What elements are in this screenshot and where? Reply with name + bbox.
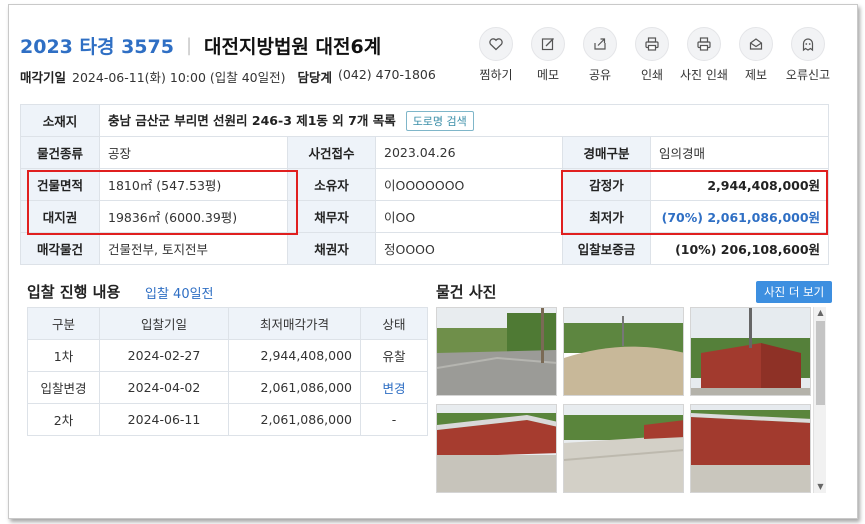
share-label: 공유 <box>588 68 612 82</box>
round-cell: 2차 <box>27 403 100 436</box>
status-cell-link[interactable]: 변경 <box>360 371 428 404</box>
case-number[interactable]: 2023 타경 3575 <box>20 32 174 59</box>
min-price-cell: 2,944,408,000 <box>228 339 361 372</box>
print-icon <box>635 27 669 61</box>
location-label: 소재지 <box>20 104 100 137</box>
mail-icon <box>739 27 773 61</box>
case-header: 2023 타경 3575 | 대전지방법원 대전6계 <box>20 32 381 59</box>
road-name-search-button[interactable]: 도로명 검색 <box>405 111 474 131</box>
action-bar: 찜하기 메모 공유 인쇄 사진 인쇄 제보 오류신고 <box>470 27 834 83</box>
property-type-label: 물건종류 <box>20 136 100 169</box>
property-photo[interactable] <box>563 307 684 396</box>
report-label: 제보 <box>744 68 768 82</box>
sale-items-value: 건물전부, 토지전부 <box>99 232 288 265</box>
owner-value: 이OOOOOOO <box>375 168 563 201</box>
column-header: 상태 <box>360 307 428 340</box>
sale-items-label: 매각물건 <box>20 232 100 265</box>
status-cell: - <box>360 403 428 436</box>
bookmark-button[interactable]: 찜하기 <box>470 27 522 83</box>
owner-label: 소유자 <box>287 168 376 201</box>
photo-grid <box>436 307 812 493</box>
bid-progress-title: 입찰 진행 내용 <box>27 283 121 301</box>
memo-icon <box>531 27 565 61</box>
location-cell: 충남 금산군 부리면 선원리 246-3 제1동 외 7개 목록 도로명 검색 <box>98 104 830 137</box>
property-photo[interactable] <box>690 307 811 396</box>
table-row: 입찰변경 2024-04-02 2,061,086,000 변경 <box>27 371 428 404</box>
memo-button[interactable]: 메모 <box>522 27 574 83</box>
bid-date-cell: 2024-06-11 <box>99 403 229 436</box>
auction-type-label: 경매구분 <box>562 136 651 169</box>
report-button[interactable]: 제보 <box>730 27 782 83</box>
bookmark-label: 찜하기 <box>479 68 513 82</box>
error-report-label: 오류신고 <box>785 68 831 82</box>
table-row: 소재지 충남 금산군 부리면 선원리 246-3 제1동 외 7개 목록 도로명… <box>20 104 830 137</box>
location-value: 충남 금산군 부리면 선원리 246-3 제1동 외 7개 목록 <box>108 113 396 128</box>
sale-date-value: 2024-06-11(화) 10:00 (입찰 40일전) <box>72 70 286 85</box>
min-price-cell: 2,061,086,000 <box>228 371 361 404</box>
ghost-icon <box>791 27 825 61</box>
more-photos-button[interactable]: 사진 더 보기 <box>756 281 833 303</box>
column-header: 최저매각가격 <box>228 307 361 340</box>
table-header-row: 구분 입찰기일 최저매각가격 상태 <box>27 307 428 340</box>
error-report-button[interactable]: 오류신고 <box>782 27 834 83</box>
property-photo[interactable] <box>436 307 557 396</box>
table-row: 1차 2024-02-27 2,944,408,000 유찰 <box>27 339 428 372</box>
debtor-label: 채무자 <box>287 200 376 233</box>
print-label: 인쇄 <box>640 68 664 82</box>
contact-label: 담당계 <box>297 70 333 85</box>
contact-value: (042) 470-1806 <box>338 67 436 82</box>
memo-label: 메모 <box>536 68 560 82</box>
schedule-line: 매각기일 2024-06-11(화) 10:00 (입찰 40일전) 담당계 (… <box>20 67 448 86</box>
share-button[interactable]: 공유 <box>574 27 626 83</box>
share-icon <box>583 27 617 61</box>
highlight-box-price <box>561 170 828 235</box>
column-header: 입찰기일 <box>99 307 229 340</box>
property-photo[interactable] <box>563 404 684 493</box>
scroll-up-arrow-icon[interactable]: ▲ <box>814 307 827 319</box>
property-photos-title: 물건 사진 <box>436 283 497 301</box>
scroll-down-arrow-icon[interactable]: ▼ <box>814 481 827 493</box>
bid-history-table: 구분 입찰기일 최저매각가격 상태 1차 2024-02-27 2,944,40… <box>27 307 428 436</box>
auction-type-value: 임의경매 <box>649 136 830 169</box>
property-type-value: 공장 <box>99 136 288 169</box>
property-photo[interactable] <box>690 404 811 493</box>
case-received-label: 사건접수 <box>287 136 376 169</box>
photo-print-icon <box>687 27 721 61</box>
sale-date-label: 매각기일 <box>20 70 67 85</box>
photo-print-label: 사진 인쇄 <box>680 68 728 82</box>
min-price-cell: 2,061,086,000 <box>228 403 361 436</box>
case-received-value: 2023.04.26 <box>375 136 563 169</box>
table-row: 매각물건 건물전부, 토지전부 채권자 정OOOO 입찰보증금 (10%) 20… <box>20 232 830 265</box>
deposit-value: (10%) 206,108,600원 <box>649 232 830 265</box>
creditor-label: 채권자 <box>287 232 376 265</box>
photo-print-button[interactable]: 사진 인쇄 <box>678 27 730 83</box>
header-separator: | <box>185 35 193 56</box>
property-photo[interactable] <box>436 404 557 493</box>
photo-scrollbar[interactable]: ▲ ▼ <box>813 307 826 493</box>
table-row: 2차 2024-06-11 2,061,086,000 - <box>27 403 428 436</box>
status-cell: 유찰 <box>360 339 428 372</box>
heart-icon <box>479 27 513 61</box>
print-button[interactable]: 인쇄 <box>626 27 678 83</box>
column-header: 구분 <box>27 307 100 340</box>
bid-date-cell: 2024-04-02 <box>99 371 229 404</box>
creditor-value: 정OOOO <box>375 232 563 265</box>
round-cell: 입찰변경 <box>27 371 100 404</box>
round-cell: 1차 <box>27 339 100 372</box>
table-row: 물건종류 공장 사건접수 2023.04.26 경매구분 임의경매 <box>20 136 830 169</box>
bid-progress-countdown: 입찰 40일전 <box>145 287 214 302</box>
scrollbar-thumb[interactable] <box>816 321 825 405</box>
bid-date-cell: 2024-02-27 <box>99 339 229 372</box>
deposit-label: 입찰보증금 <box>562 232 651 265</box>
highlight-box-area <box>27 170 298 235</box>
debtor-value: 이OO <box>375 200 563 233</box>
court-name: 대전지방법원 대전6계 <box>204 36 382 58</box>
